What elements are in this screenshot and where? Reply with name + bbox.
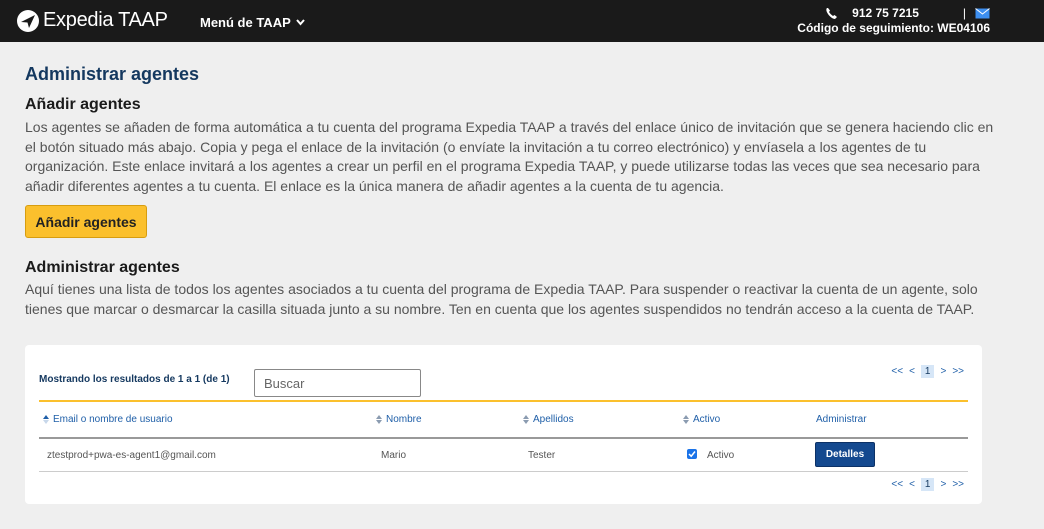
cell-surname: Tester (528, 450, 556, 461)
table-header-divider (39, 437, 968, 439)
pager-first[interactable]: << (891, 366, 903, 377)
tracking-code: Código de seguimiento: WE04106 (797, 21, 990, 35)
cell-email: ztestprod+pwa-es-agent1@gmail.com (47, 450, 216, 461)
pager-first[interactable]: << (891, 479, 903, 490)
sort-icon (376, 415, 382, 424)
pagination-top: << < 1 > >> (885, 365, 964, 378)
manage-agents-heading: Administrar agentes (25, 259, 180, 276)
column-header-email[interactable]: Email o nombre de usuario (43, 414, 173, 425)
add-agents-heading: Añadir agentes (25, 96, 141, 113)
pager-next[interactable]: > (940, 479, 946, 490)
pager-last[interactable]: >> (952, 366, 964, 377)
pagination-bottom: << < 1 > >> (885, 478, 964, 491)
column-label-email: Email o nombre de usuario (53, 414, 173, 425)
add-agents-description: Los agentes se añaden de forma automátic… (25, 119, 994, 194)
pager-current[interactable]: 1 (920, 365, 935, 378)
pager-next[interactable]: > (940, 366, 946, 377)
header-separator: | (962, 6, 966, 20)
phone-icon[interactable] (825, 7, 838, 20)
column-header-manage: Administrar (816, 414, 867, 425)
brand-logo[interactable]: Expedia TAAP (17, 9, 168, 32)
taap-menu-dropdown[interactable]: Menú de TAAP (200, 15, 305, 30)
results-count: Mostrando los resultados de 1 a 1 (de 1) (39, 374, 230, 385)
brand-name: Expedia TAAP (43, 9, 168, 31)
column-header-name[interactable]: Nombre (376, 414, 422, 425)
table-row-divider (39, 471, 968, 472)
pager-prev[interactable]: < (909, 479, 915, 490)
checkbox-checked-icon (688, 451, 696, 458)
add-agents-button[interactable]: Añadir agentes (25, 205, 147, 238)
sort-icon (523, 415, 529, 424)
chevron-down-icon (296, 19, 305, 26)
page-title: Administrar agentes (25, 64, 200, 84)
column-label-name: Nombre (386, 414, 422, 425)
column-label-active: Activo (693, 414, 721, 425)
manage-agents-description: Aquí tienes una lista de todos los agent… (25, 281, 978, 317)
contact-info: 912 75 7215 | Código de seguimiento: WE0… (797, 6, 990, 35)
pager-last[interactable]: >> (952, 479, 964, 490)
mail-icon[interactable] (975, 7, 990, 19)
cell-active-label: Activo (707, 450, 735, 461)
cell-name: Mario (381, 450, 407, 461)
active-checkbox[interactable] (687, 449, 697, 459)
sort-icon (683, 415, 689, 424)
column-header-active[interactable]: Activo (683, 414, 720, 425)
table-top-divider (39, 400, 968, 402)
details-button[interactable]: Detalles (815, 442, 875, 467)
taap-menu-label: Menú de TAAP (200, 15, 291, 30)
sort-icon (43, 415, 49, 424)
expedia-logo-icon (17, 9, 39, 32)
search-input[interactable] (254, 369, 421, 397)
pager-prev[interactable]: < (909, 366, 915, 377)
top-navigation-bar: Expedia TAAP Menú de TAAP 912 75 7215 | … (0, 0, 1044, 42)
agents-table-card: Mostrando los resultados de 1 a 1 (de 1)… (25, 345, 982, 504)
column-label-manage: Administrar (816, 414, 867, 425)
column-label-surname: Apellidos (533, 414, 574, 425)
phone-number: 912 75 7215 (852, 6, 919, 20)
column-header-surname[interactable]: Apellidos (523, 414, 574, 425)
pager-current[interactable]: 1 (920, 478, 935, 491)
